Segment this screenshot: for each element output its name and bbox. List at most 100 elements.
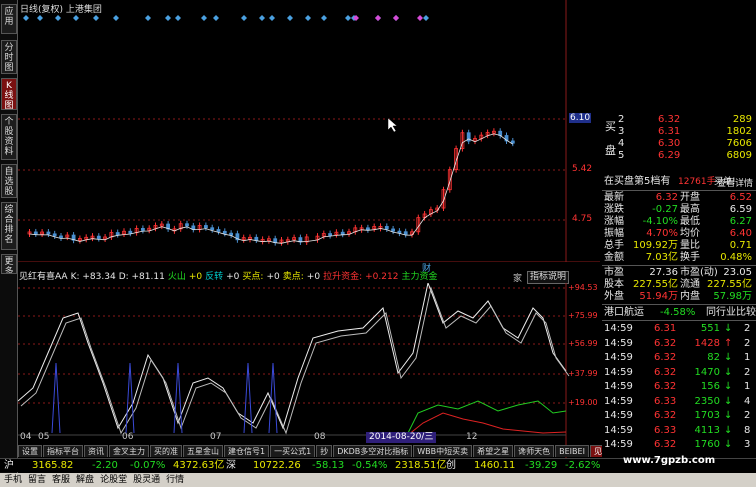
left-tab-1[interactable]: 分时图 bbox=[1, 40, 17, 74]
indicator-tab-0[interactable]: 设置 bbox=[18, 445, 42, 457]
indicator-tab-10[interactable]: WBB中短买卖 bbox=[413, 445, 473, 457]
cy-label: 创 bbox=[446, 460, 456, 471]
menu-item-3[interactable]: 解盘 bbox=[76, 475, 94, 485]
quote-label: 外盘 bbox=[604, 291, 624, 302]
quote-value: 4.70% bbox=[646, 228, 678, 239]
kline-chart[interactable] bbox=[18, 0, 600, 262]
indicator-tab-6[interactable]: 建仓信号1 bbox=[224, 445, 270, 457]
indicator-tab-7[interactable]: 一买公式1 bbox=[270, 445, 316, 457]
candle-body bbox=[328, 233, 333, 236]
quote-label: 开盘 bbox=[680, 192, 700, 203]
tick-volume: 2350 bbox=[694, 395, 720, 407]
candle-body bbox=[33, 231, 38, 235]
sh-change: -2.20 bbox=[92, 460, 118, 471]
tick-count: 3 bbox=[744, 439, 751, 450]
left-tab-4[interactable]: 自选股 bbox=[1, 164, 17, 198]
indicator-tab-11[interactable]: 希望之星 bbox=[473, 445, 514, 457]
main-money-line bbox=[407, 400, 567, 434]
sh-index[interactable]: 3165.82 bbox=[32, 459, 73, 473]
indicator-tab-3[interactable]: 金叉主力 bbox=[109, 445, 149, 457]
sector-row[interactable]: 港口航运 -4.58% 同行业比较 bbox=[602, 307, 756, 319]
tick-time: 14:59 bbox=[604, 323, 633, 334]
buy-level-index: 3 bbox=[618, 126, 625, 137]
arrow-down-icon: ↓ bbox=[724, 323, 733, 334]
indicator-name[interactable]: 见红有喜AA bbox=[19, 272, 68, 282]
indicator-d: D: +81.11 bbox=[118, 272, 165, 282]
candle-body bbox=[141, 228, 145, 231]
diamond-marker bbox=[37, 15, 43, 21]
arrow-down-icon: ↓ bbox=[724, 439, 733, 450]
indicator-zhuli: 主力资金 bbox=[401, 272, 438, 282]
quote-label: 流通 bbox=[680, 279, 700, 290]
indicator-tab-2[interactable]: 资讯 bbox=[84, 445, 108, 457]
indicator-fanzhuan-val: +0 bbox=[188, 272, 203, 282]
arrow-up-icon: ↑ bbox=[724, 337, 733, 349]
buy-level-price[interactable]: 6.30 bbox=[658, 138, 680, 150]
tick-time: 14:59 bbox=[604, 381, 633, 392]
tick-volume: 1760 bbox=[694, 439, 720, 450]
cy-index[interactable]: 1460.11 bbox=[474, 459, 515, 473]
tick-time: 14:59 bbox=[604, 439, 633, 450]
sz-index[interactable]: 10722.26 bbox=[253, 459, 301, 473]
tick-volume: 1703 bbox=[694, 410, 720, 421]
quote-value: 23.05 bbox=[723, 267, 752, 278]
candle-body bbox=[229, 232, 234, 236]
quote-row: 总手 109.92万 量比 0.71 bbox=[602, 240, 756, 252]
left-tab-0[interactable]: 应用 bbox=[1, 4, 17, 34]
left-tab-3[interactable]: 个股资料 bbox=[1, 114, 17, 160]
quote-label: 市盈 bbox=[604, 267, 624, 278]
left-tab-5[interactable]: 综合排名 bbox=[1, 202, 17, 250]
candle-body bbox=[185, 223, 189, 227]
tick-time: 14:59 bbox=[604, 352, 633, 363]
quote-label: 涨幅 bbox=[604, 216, 624, 227]
indicator-buy-num: +0 bbox=[266, 272, 280, 282]
indicator-tab-4[interactable]: 买的准 bbox=[150, 445, 182, 457]
buy-level-price[interactable]: 6.29 bbox=[658, 150, 680, 162]
indicator-tab-9[interactable]: DKDB多空对比指标 bbox=[333, 445, 413, 457]
tick-price: 6.31 bbox=[654, 323, 677, 334]
candle-body bbox=[46, 231, 51, 235]
quote-label: 总手 bbox=[604, 240, 624, 251]
scale-label-top: 6.10 bbox=[569, 113, 592, 123]
tick-row: 14:59 6.32 1760 ↓ 3 bbox=[602, 439, 756, 451]
quote-value: 227.55亿 bbox=[707, 279, 752, 290]
indicator-tab-13[interactable]: BEIBEI bbox=[555, 445, 589, 457]
menu-item-6[interactable]: 行情 bbox=[166, 475, 184, 485]
tick-volume: 1428 bbox=[694, 337, 720, 349]
quote-value: -0.27 bbox=[652, 204, 678, 215]
indicator-buy-val: +0 bbox=[226, 272, 240, 282]
buy-level-row: 3 6.31 1802 bbox=[602, 126, 756, 138]
menu-item-4[interactable]: 论股堂 bbox=[100, 475, 127, 485]
queue-detail-link[interactable]: 查看详情 bbox=[717, 176, 753, 189]
quote-row: 涨跌 -0.27 最高 6.59 bbox=[602, 204, 756, 216]
menu-item-5[interactable]: 股灵通 bbox=[133, 475, 160, 485]
indicator-tab-5[interactable]: 五星金山 bbox=[183, 445, 223, 457]
quote-row: 外盘 51.94万 内盘 57.98万 bbox=[602, 291, 756, 303]
left-tab-6[interactable]: 更多 bbox=[1, 254, 17, 274]
left-tab-2[interactable]: K线图 bbox=[1, 78, 17, 110]
indicator-tab-bar: 设置 指标平台 资讯 金叉主力 买的准 五星金山 建仓信号1 一买公式1 抄 DKDB多空对比指标… bbox=[18, 445, 610, 457]
indicator-tab-12[interactable]: 谗师天色 bbox=[514, 445, 555, 457]
arrow-down-icon: ↓ bbox=[724, 410, 733, 421]
menu-item-2[interactable]: 客服 bbox=[52, 475, 70, 485]
buy-level-row: 5 6.29 6809 bbox=[602, 150, 756, 162]
menu-item-1[interactable]: 留言 bbox=[28, 475, 46, 485]
sector-percent: -4.58% bbox=[660, 307, 696, 318]
indicator-tab-8[interactable]: 抄 bbox=[316, 445, 333, 457]
arrow-down-icon: ↓ bbox=[724, 395, 733, 407]
buy-level-price[interactable]: 6.31 bbox=[658, 126, 680, 138]
buy-level-row: 4 6.30 7606 bbox=[602, 138, 756, 150]
sector-name[interactable]: 港口航运 bbox=[604, 307, 644, 319]
indicator-tab-1[interactable]: 指标平台 bbox=[43, 445, 83, 457]
menu-item-0[interactable]: 手机 bbox=[4, 475, 22, 485]
sector-compare-link[interactable]: 同行业比较 bbox=[706, 307, 756, 319]
sz-amount: 2318.51亿 bbox=[395, 460, 447, 471]
candle-body bbox=[52, 233, 57, 237]
quote-value: 227.55亿 bbox=[633, 279, 678, 290]
candle-body bbox=[510, 140, 515, 144]
cy-percent: -2.62% bbox=[565, 460, 601, 471]
buy-level-price[interactable]: 6.32 bbox=[658, 114, 680, 126]
tick-volume: 551 bbox=[700, 323, 720, 334]
tick-time: 14:59 bbox=[604, 424, 633, 436]
candle-body bbox=[203, 225, 208, 229]
